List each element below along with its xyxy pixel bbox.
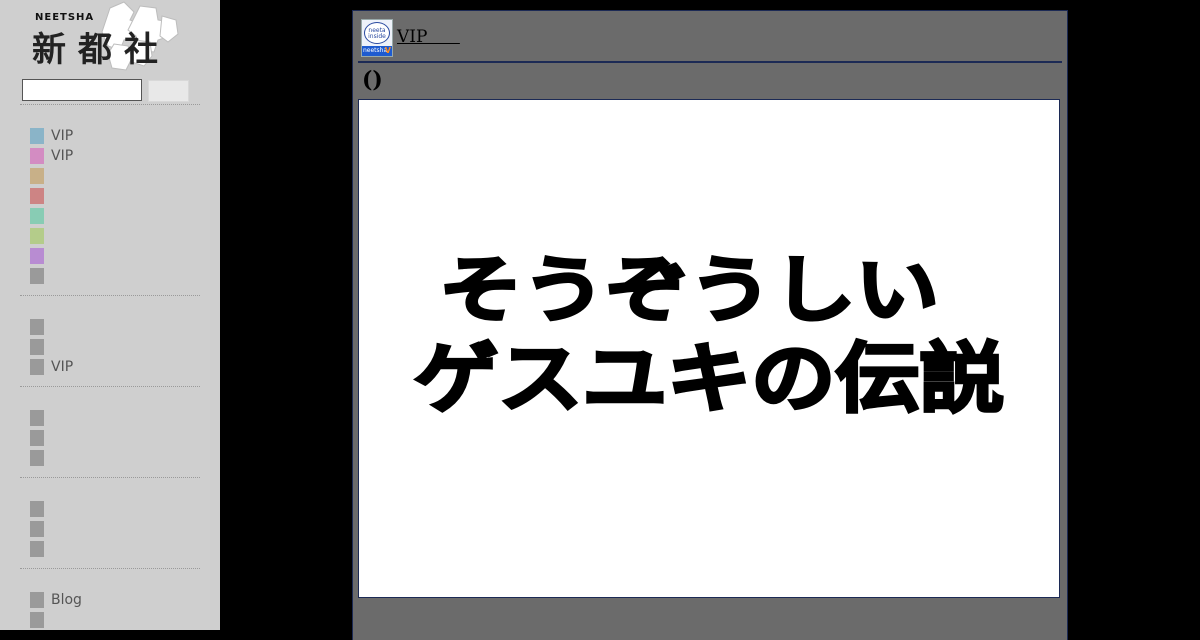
sidebar-item-label: Blog [51,592,82,608]
sidebar-item[interactable] [30,541,51,557]
sidebar-item[interactable]: VIP [30,359,73,375]
logo-kanji-text: 新都社 [32,30,170,70]
sidebar-item[interactable] [30,188,51,204]
sidebar-item[interactable] [30,228,51,244]
calligraphy-image: そうぞうしい ゲスユキの伝説 [413,246,1006,425]
category-swatch-icon [30,208,44,224]
neetsha-badge[interactable]: neeta inside neetsha V [361,19,393,57]
sidebar-item-label: VIP [51,128,74,144]
sidebar-item-label: VIP [51,148,74,164]
category-swatch-icon [30,612,44,628]
sidebar-item[interactable] [30,521,51,537]
sidebar-divider [20,295,200,296]
sidebar-item[interactable] [30,450,51,466]
badge-emblem-text: neeta inside [368,27,386,40]
sidebar-item[interactable]: VIP [30,148,73,164]
category-swatch-icon [30,268,44,284]
sidebar-divider [20,386,200,387]
sidebar-item[interactable] [30,612,51,628]
category-swatch-icon [30,410,44,426]
category-swatch-icon [30,168,44,184]
sidebar-item[interactable] [30,168,51,184]
category-swatch-icon [30,248,44,264]
sidebar-item[interactable]: VIP [30,128,73,144]
search-button[interactable] [148,80,189,102]
header-divider [358,61,1062,63]
sidebar-divider [20,104,200,105]
content-panel: neeta inside neetsha V VIP () そうぞうしい ゲスユ… [352,10,1068,640]
calligraphy-line-1: そうぞうしい [439,247,939,332]
search-input[interactable] [22,79,142,101]
sidebar-item[interactable] [30,501,51,517]
badge-strip: neetsha V [362,46,392,56]
sidebar-item[interactable] [30,430,51,446]
category-swatch-icon [30,521,44,537]
sidebar-item[interactable] [30,339,51,355]
sidebar-item[interactable] [30,319,51,335]
category-link[interactable]: VIP [397,27,460,47]
site-logo[interactable]: NEETSHA 新都社 [22,0,192,72]
badge-emblem-icon: neeta inside [364,22,390,44]
sidebar-item-blog[interactable]: Blog [30,592,82,608]
sidebar-divider [20,477,200,478]
category-swatch-icon [30,228,44,244]
page-title: () [362,67,383,93]
sidebar-item[interactable] [30,208,51,224]
sidebar-item[interactable] [30,248,51,264]
category-swatch-icon [30,319,44,335]
category-swatch-icon [30,430,44,446]
category-swatch-icon [30,541,44,557]
title-image: そうぞうしい ゲスユキの伝説 [358,99,1060,598]
category-swatch-icon [30,339,44,355]
category-swatch-icon [30,501,44,517]
badge-mark: V [384,46,391,55]
category-swatch-icon [30,148,44,164]
calligraphy-line-2: ゲスユキの伝説 [414,334,1004,423]
sidebar: NEETSHA 新都社 VIP VIP VIP Blog [0,0,220,630]
category-swatch-icon [30,128,44,144]
category-swatch-icon [30,592,44,608]
sidebar-divider [20,568,200,569]
sidebar-item[interactable] [30,410,51,426]
category-swatch-icon [30,188,44,204]
sidebar-item[interactable] [30,268,51,284]
sidebar-item-label: VIP [51,359,74,375]
badge-strip-text: neetsha [363,47,388,54]
category-swatch-icon [30,359,44,375]
category-swatch-icon [30,450,44,466]
